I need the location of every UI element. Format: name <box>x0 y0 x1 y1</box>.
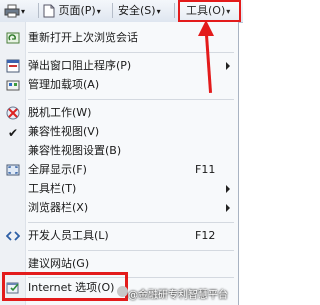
menu-item-text: 开发人员工具(L) <box>28 226 109 246</box>
safety-dropdown-icon: ▾ <box>156 7 161 16</box>
menu-item-work-offline[interactable]: 脱机工作(W) <box>0 103 238 123</box>
menu-item-label: 兼容性视图设置 <box>28 144 105 157</box>
menu-item-shortcut: F12 <box>195 229 216 242</box>
menu-item-key: (P) <box>116 59 132 72</box>
addons-icon <box>6 80 20 91</box>
menu-item-text: 全屏显示(F) <box>28 160 87 180</box>
menu-item-key: (V) <box>83 125 100 138</box>
red-arrow-head-icon <box>198 20 214 36</box>
menu-item-key: (A) <box>83 78 100 91</box>
menu-separator <box>28 222 234 223</box>
offline-icon <box>6 106 20 120</box>
menu-item-popup-blocker[interactable]: 弹出窗口阻止程序(P) <box>0 56 238 76</box>
fullscreen-icon <box>6 164 20 176</box>
safety-menu-label: 安全 <box>118 4 140 17</box>
page-dropdown-icon: ▾ <box>96 7 101 16</box>
checkmark-icon: ✔ <box>8 126 19 140</box>
page-menu-button[interactable]: 页面(P)▾ <box>43 2 101 19</box>
toolbar-divider <box>38 3 39 18</box>
tools-highlight-box <box>178 0 241 22</box>
menu-item-manage-addons[interactable]: 管理加载项(A) <box>0 75 238 95</box>
menu-item-label: 弹出窗口阻止程序 <box>28 59 116 72</box>
reopen-session-icon <box>6 32 20 44</box>
menu-item-compatibility-view-settings[interactable]: 兼容性视图设置(B) <box>0 141 238 161</box>
submenu-arrow-icon <box>226 62 230 70</box>
menu-item-key: (G) <box>72 257 90 270</box>
toolbar-divider <box>112 3 113 18</box>
safety-menu-button[interactable]: 安全(S)▾ <box>118 2 161 19</box>
menu-item-text: 兼容性视图设置(B) <box>28 141 121 161</box>
menu-item-text: 工具栏(T) <box>28 179 76 199</box>
developer-tools-icon <box>6 231 20 241</box>
menu-item-suggested-sites[interactable]: 建议网站(G) <box>0 254 238 274</box>
print-dropdown-icon: ▾ <box>21 7 26 16</box>
menu-item-explorer-bars[interactable]: 浏览器栏(X) <box>0 198 238 218</box>
menu-item-key: (X) <box>72 201 89 214</box>
menu-item-label: 全屏显示 <box>28 163 72 176</box>
menu-item-compatibility-view[interactable]: ✔ 兼容性视图(V) <box>0 122 238 142</box>
menu-separator <box>28 52 234 53</box>
menu-item-full-screen[interactable]: 全屏显示(F) F11 <box>0 160 238 180</box>
menu-item-text: 浏览器栏(X) <box>28 198 88 218</box>
menu-item-key: (W) <box>72 106 92 119</box>
menu-item-label: 建议网站 <box>28 257 72 270</box>
print-button[interactable]: ▾ <box>4 2 25 19</box>
menu-item-toolbars[interactable]: 工具栏(T) <box>0 179 238 199</box>
tools-dropdown-menu: 重新打开上次浏览会话 弹出窗口阻止程序(P) 管理加载项(A) 脱机工作(W) … <box>0 22 239 305</box>
toolbar-divider <box>174 3 175 18</box>
internet-options-highlight-box <box>2 272 128 301</box>
popup-blocker-icon <box>6 59 20 73</box>
menu-separator <box>28 250 234 251</box>
menu-item-text: 管理加载项(A) <box>28 75 99 95</box>
watermark-text: @金融研专利智慧平台 <box>128 290 228 301</box>
menu-item-key: (F) <box>72 163 87 176</box>
menu-item-label: 浏览器栏 <box>28 201 72 214</box>
menu-item-label: 工具栏 <box>28 182 61 195</box>
safety-menu-key: (S) <box>140 4 156 17</box>
menu-item-label: 兼容性视图 <box>28 125 83 138</box>
submenu-arrow-icon <box>226 204 230 212</box>
menu-item-label: 开发人员工具 <box>28 229 94 242</box>
menu-item-text: 脱机工作(W) <box>28 103 91 123</box>
menu-item-label: 管理加载项 <box>28 78 83 91</box>
menu-item-shortcut: F11 <box>195 163 216 176</box>
page-menu-label: 页面 <box>58 4 81 17</box>
menu-separator <box>28 99 234 100</box>
submenu-arrow-icon <box>226 185 230 193</box>
watermark-logo-icon <box>117 286 128 297</box>
menu-item-key: (B) <box>105 144 122 157</box>
print-icon <box>4 4 20 18</box>
page-icon <box>43 4 55 18</box>
menu-item-label: 脱机工作 <box>28 106 72 119</box>
page-menu-key: (P) <box>80 4 96 17</box>
menu-item-text: 弹出窗口阻止程序(P) <box>28 56 131 76</box>
menu-item-text: 建议网站(G) <box>28 254 89 274</box>
menu-item-text: 兼容性视图(V) <box>28 122 99 142</box>
menu-item-key: (L) <box>94 229 109 242</box>
menu-item-developer-tools[interactable]: 开发人员工具(L) F12 <box>0 226 238 246</box>
menu-item-label: 重新打开上次浏览会话 <box>28 31 138 44</box>
menu-item-key: (T) <box>61 182 77 195</box>
